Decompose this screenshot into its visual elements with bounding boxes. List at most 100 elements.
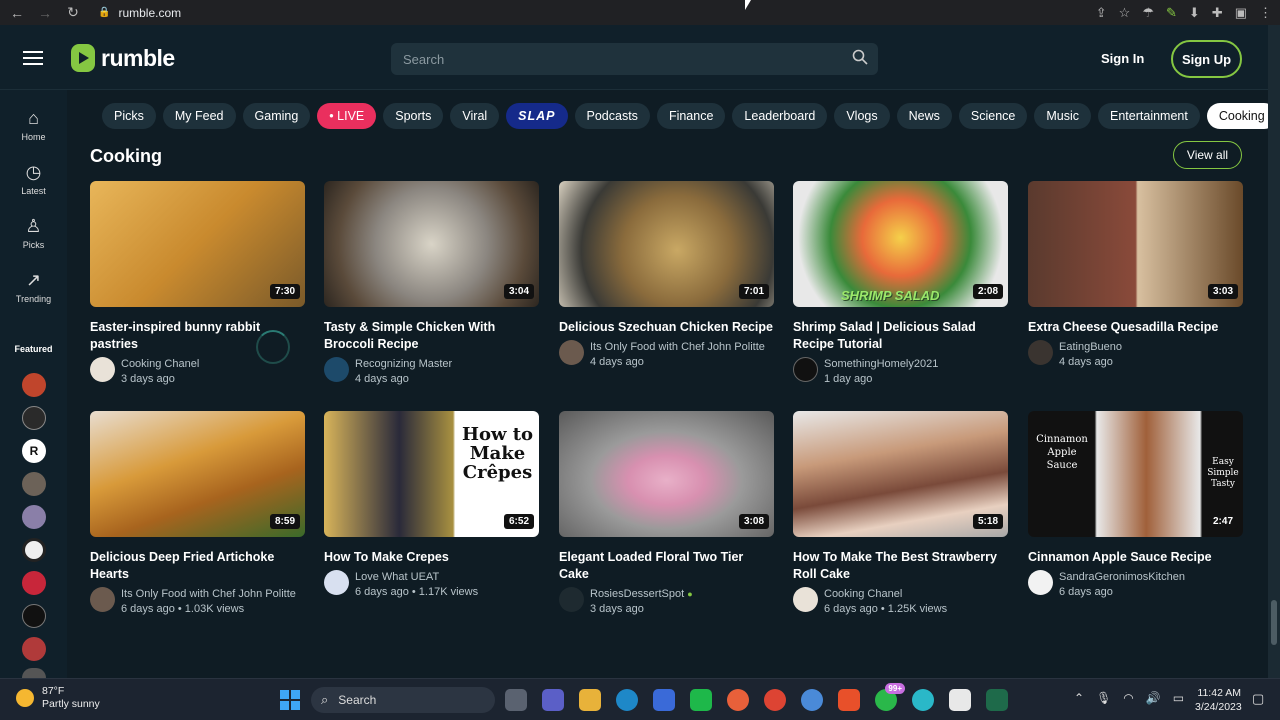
notepad-icon[interactable] (949, 689, 971, 711)
sidebar-item-picks[interactable]: ♙ Picks (0, 216, 67, 250)
featured-channel-avatar[interactable] (22, 637, 46, 661)
scrollbar-thumb[interactable] (1271, 600, 1277, 645)
channel-avatar[interactable] (793, 587, 818, 612)
windows-start-icon[interactable] (280, 690, 300, 710)
chip-slap[interactable]: SLAP (506, 103, 568, 129)
video-card[interactable]: 3:03 Extra Cheese Quesadilla Recipe Eati… (1028, 181, 1243, 370)
video-title[interactable]: Elegant Loaded Floral Two Tier Cake (559, 549, 774, 583)
forward-icon[interactable]: → (34, 5, 56, 21)
video-card[interactable]: 3:08 Elegant Loaded Floral Two Tier Cake… (559, 411, 774, 617)
firefox-icon[interactable] (727, 689, 749, 711)
hamburger-menu-icon[interactable] (23, 51, 43, 65)
video-thumbnail[interactable]: 7:30 (90, 181, 305, 307)
video-thumbnail[interactable]: 7:01 (559, 181, 774, 307)
search-input[interactable] (391, 51, 842, 67)
video-title[interactable]: Tasty & Simple Chicken With Broccoli Rec… (324, 319, 539, 353)
video-title[interactable]: Extra Cheese Quesadilla Recipe (1028, 319, 1243, 336)
chip-gaming[interactable]: Gaming (242, 103, 311, 129)
camtasia-icon[interactable] (690, 689, 712, 711)
channel-name[interactable]: Its Only Food with Chef John Politte (590, 340, 765, 355)
teams-chat-icon[interactable] (542, 689, 564, 711)
task-view-icon[interactable] (505, 689, 527, 711)
taskbar-search[interactable]: ⌕ Search (311, 687, 495, 713)
channel-avatar[interactable] (559, 587, 584, 612)
video-title[interactable]: How To Make The Best Strawberry Roll Cak… (793, 549, 1008, 583)
featured-channel-avatar[interactable] (22, 505, 46, 529)
video-title[interactable]: Delicious Szechuan Chicken Recipe (559, 319, 774, 336)
featured-channel-avatar[interactable] (22, 604, 46, 628)
app-icon[interactable] (986, 689, 1008, 711)
channel-name[interactable]: EatingBueno (1059, 340, 1122, 355)
edge-icon[interactable] (616, 689, 638, 711)
sidebar-item-latest[interactable]: ◷ Latest (0, 162, 67, 196)
channel-name[interactable]: Recognizing Master (355, 357, 452, 372)
channel-avatar[interactable] (1028, 340, 1053, 365)
sign-in-link[interactable]: Sign In (1101, 51, 1144, 66)
channel-name[interactable]: Love What UEAT (355, 570, 478, 585)
chip-cooking[interactable]: Cooking (1206, 103, 1277, 129)
featured-channel-avatar[interactable] (22, 472, 46, 496)
featured-channel-avatar[interactable] (22, 373, 46, 397)
channel-avatar[interactable] (1028, 570, 1053, 595)
video-thumbnail[interactable]: 5:18 (793, 411, 1008, 537)
chrome-profile-icon[interactable] (801, 689, 823, 711)
channel-name[interactable]: RosiesDessertSpot (590, 588, 684, 600)
chip-leaderboard[interactable]: Leaderboard (732, 103, 828, 129)
brave-icon[interactable] (838, 689, 860, 711)
view-all-button[interactable]: View all (1173, 141, 1242, 169)
video-card[interactable]: Cinnamon Apple Sauce Easy Simple Tasty 2… (1028, 411, 1243, 600)
system-clock[interactable]: 11:42 AM 3/24/2023 (1195, 686, 1242, 714)
menu-kebab-icon[interactable]: ⋮ (1259, 5, 1272, 21)
channel-avatar[interactable] (793, 357, 818, 382)
video-card[interactable]: SHRIMP SALAD 2:08 Shrimp Salad | Delicio… (793, 181, 1008, 387)
channel-avatar[interactable] (324, 570, 349, 595)
video-card[interactable]: 5:18 How To Make The Best Strawberry Rol… (793, 411, 1008, 617)
video-card[interactable]: 7:01 Delicious Szechuan Chicken Recipe I… (559, 181, 774, 370)
share-icon[interactable]: ⇪ (1096, 5, 1107, 21)
page-scrollbar[interactable] (1268, 25, 1280, 678)
chip-podcasts[interactable]: Podcasts (574, 103, 650, 129)
channel-name[interactable]: Cooking Chanel (121, 357, 199, 372)
chrome-icon[interactable] (764, 689, 786, 711)
video-title[interactable]: Cinnamon Apple Sauce Recipe (1028, 549, 1243, 566)
channel-name[interactable]: Its Only Food with Chef John Politte (121, 587, 296, 602)
video-thumbnail[interactable]: 3:04 (324, 181, 539, 307)
weather-widget[interactable]: 87°F Partly sunny (16, 685, 100, 711)
reload-icon[interactable]: ↻ (62, 4, 84, 21)
video-thumbnail[interactable]: How to Make Crêpes 6:52 (324, 411, 539, 537)
sidebar-item-trending[interactable]: ↗ Trending (0, 270, 67, 304)
video-title[interactable]: Shrimp Salad | Delicious Salad Recipe Tu… (793, 319, 1008, 353)
search-icon[interactable] (842, 49, 878, 70)
chip-science[interactable]: Science (958, 103, 1028, 129)
chip-live[interactable]: • LIVE (317, 103, 377, 129)
download-icon[interactable]: ⬇ (1189, 5, 1200, 21)
extensions-puzzle-icon[interactable]: ✚ (1212, 5, 1223, 21)
channel-name[interactable]: Cooking Chanel (824, 587, 947, 602)
address-bar[interactable]: 🔒 rumble.com (98, 6, 181, 20)
wifi-icon[interactable]: ◠ (1123, 691, 1133, 705)
video-thumbnail[interactable]: 3:03 (1028, 181, 1243, 307)
channel-avatar[interactable] (559, 340, 584, 365)
chip-finance[interactable]: Finance (656, 103, 726, 129)
video-card[interactable]: How to Make Crêpes 6:52 How To Make Crep… (324, 411, 539, 600)
video-thumbnail[interactable]: 8:59 (90, 411, 305, 537)
channel-avatar[interactable] (90, 357, 115, 382)
chip-picks[interactable]: Picks (102, 103, 156, 129)
channel-avatar[interactable] (90, 587, 115, 612)
extension-umbrella-icon[interactable]: ☂ (1142, 5, 1154, 21)
chip-my-feed[interactable]: My Feed (162, 103, 236, 129)
microphone-icon[interactable]: 🎙 (1096, 691, 1111, 705)
channel-name[interactable]: SomethingHomely2021 (824, 357, 938, 372)
video-thumbnail[interactable]: 3:08 (559, 411, 774, 537)
back-icon[interactable]: ← (6, 5, 28, 21)
featured-channel-avatar[interactable] (22, 538, 46, 562)
microsoft-store-icon[interactable] (653, 689, 675, 711)
chip-vlogs[interactable]: Vlogs (834, 103, 890, 129)
chevron-up-icon[interactable]: ⌃ (1074, 691, 1084, 705)
canva-icon[interactable] (912, 689, 934, 711)
video-thumbnail[interactable]: Cinnamon Apple Sauce Easy Simple Tasty 2… (1028, 411, 1243, 537)
sidepanel-icon[interactable]: ▣ (1235, 5, 1247, 21)
chip-viral[interactable]: Viral (450, 103, 500, 129)
featured-channel-avatar[interactable] (22, 571, 46, 595)
sidebar-item-home[interactable]: ⌂ Home (0, 108, 67, 142)
